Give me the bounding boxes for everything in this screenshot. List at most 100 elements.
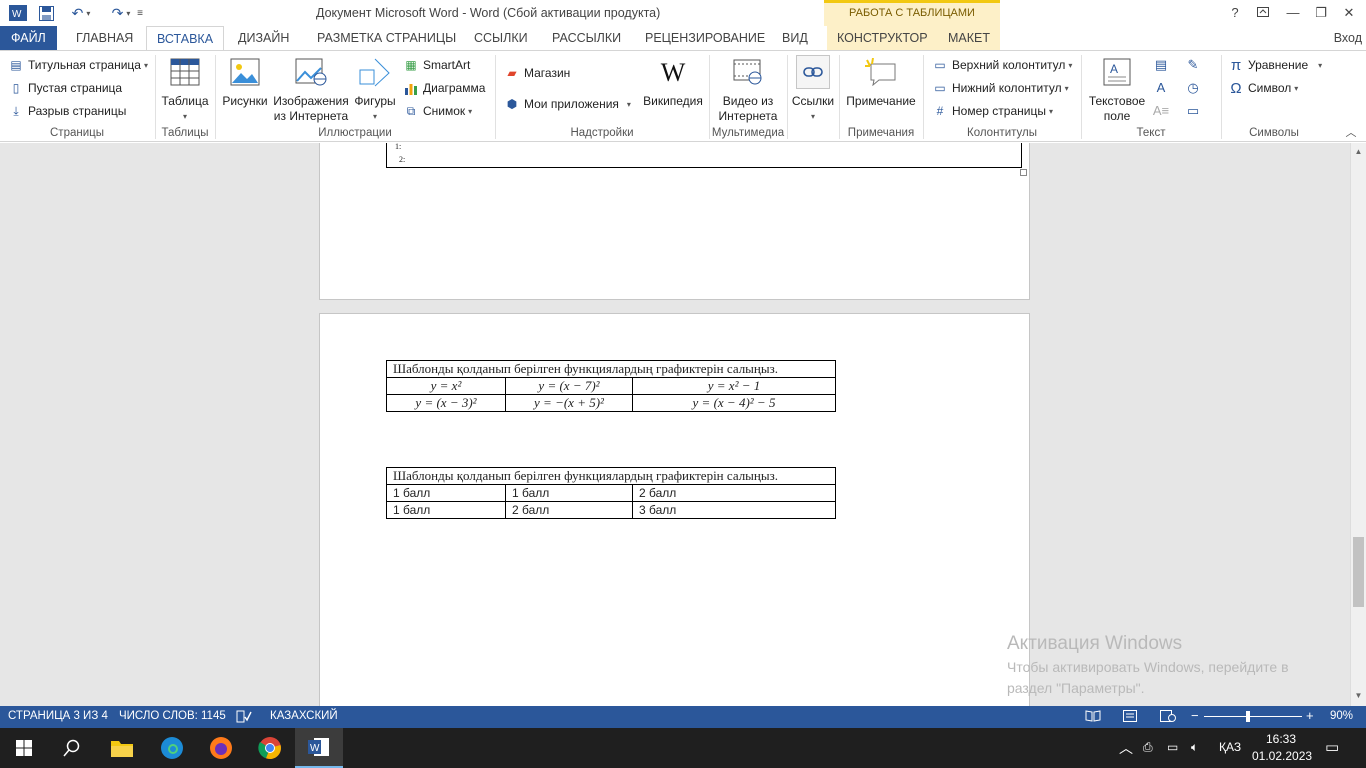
my-apps-button[interactable]: ⬢ Мои приложения ▾ <box>504 94 631 114</box>
undo-icon[interactable]: ↶ ▾ <box>66 3 96 23</box>
page-2[interactable]: 1: 2: <box>319 143 1030 300</box>
date-time-icon[interactable]: ◷ <box>1184 79 1202 97</box>
shapes-button[interactable]: Фигуры ▾ <box>352 55 398 124</box>
table-button[interactable]: Таблица ▾ <box>160 55 210 124</box>
tab-home[interactable]: ГЛАВНАЯ <box>66 26 143 50</box>
meet-now-icon[interactable]: ⎙ <box>1143 740 1153 755</box>
page-number-button[interactable]: # Номер страницы ▾ <box>932 101 1053 121</box>
tab-insert[interactable]: ВСТАВКА <box>146 26 225 51</box>
help-button[interactable]: ? <box>1222 3 1248 23</box>
wordart-icon[interactable]: A <box>1152 79 1170 97</box>
online-video-button[interactable]: Видео из Интернета <box>714 55 782 124</box>
zoom-slider-thumb[interactable] <box>1246 711 1250 722</box>
page-indicator[interactable]: СТРАНИЦА 3 ИЗ 4 <box>8 710 108 722</box>
customize-qat-icon[interactable]: ≡ <box>134 3 146 23</box>
chrome-icon[interactable] <box>246 728 294 768</box>
table-cell[interactable]: 3 балл <box>632 501 836 519</box>
tab-references[interactable]: ССЫЛКИ <box>464 26 538 50</box>
equation-button[interactable]: π Уравнение ▾ <box>1228 55 1322 75</box>
tab-view[interactable]: ВИД <box>772 26 818 50</box>
table-cell[interactable]: 2 балл <box>505 501 633 519</box>
object-icon[interactable]: ▭ <box>1184 102 1202 120</box>
sign-in-link[interactable]: Вход <box>1334 26 1366 50</box>
volume-icon[interactable]: 🔈︎ <box>1191 740 1198 755</box>
restore-icon[interactable]: ❐ <box>1308 3 1334 23</box>
word-count[interactable]: ЧИСЛО СЛОВ: 1145 <box>119 710 226 722</box>
collapse-ribbon-icon[interactable]: ︿ <box>1342 124 1360 142</box>
tab-page-layout[interactable]: РАЗМЕТКА СТРАНИЦЫ <box>307 26 466 50</box>
search-icon[interactable] <box>48 728 96 768</box>
table-cell[interactable]: 2 балл <box>632 484 836 502</box>
edge-icon[interactable] <box>148 728 196 768</box>
scroll-down-icon[interactable]: ▼ <box>1351 689 1366 703</box>
table-title[interactable]: Шаблонды қолданып берілген функциялардың… <box>386 467 836 485</box>
tab-review[interactable]: РЕЦЕНЗИРОВАНИЕ <box>635 26 775 50</box>
word-app-icon[interactable]: W <box>8 3 28 23</box>
tab-table-constructor[interactable]: КОНСТРУКТОР <box>827 26 938 50</box>
save-icon[interactable] <box>36 3 56 23</box>
notifications-icon[interactable]: ▭ <box>1325 738 1339 756</box>
table-cell[interactable]: y = (x − 4)² − 5 <box>632 394 836 412</box>
signature-line-icon[interactable]: ✎ <box>1184 56 1202 74</box>
table-cell[interactable]: y = x² <box>386 377 506 395</box>
proofing-icon[interactable] <box>236 710 252 726</box>
page-3[interactable]: Шаблонды қолданып берілген функциялардың… <box>319 313 1030 706</box>
table-cell[interactable]: y = (x − 3)² <box>386 394 506 412</box>
clock-time[interactable]: 16:33 <box>1266 732 1296 746</box>
zoom-slider-track[interactable] <box>1204 716 1302 717</box>
firefox-icon[interactable] <box>197 728 245 768</box>
links-button[interactable]: Ссылки ▾ <box>790 55 836 124</box>
zoom-level[interactable]: 90% <box>1330 710 1353 722</box>
table-cell[interactable]: 1 балл <box>386 484 506 502</box>
chart-button[interactable]: Диаграмма <box>403 78 485 98</box>
vertical-scrollbar[interactable]: ▲ ▼ <box>1350 143 1366 706</box>
functions-table[interactable]: Шаблонды қолданып берілген функциялардың… <box>386 360 836 412</box>
table-cell[interactable]: 1 балл <box>386 501 506 519</box>
clock-date[interactable]: 01.02.2023 <box>1252 749 1312 763</box>
file-explorer-icon[interactable] <box>98 728 146 768</box>
zoom-out-button[interactable]: − <box>1191 708 1199 723</box>
tab-file[interactable]: ФАЙЛ <box>0 26 57 50</box>
pictures-button[interactable]: Рисунки <box>220 55 270 109</box>
tab-design[interactable]: ДИЗАЙН <box>228 26 299 50</box>
table-cell[interactable]: y = x² − 1 <box>632 377 836 395</box>
table-cell[interactable]: 1 балл <box>505 484 633 502</box>
minimize-icon[interactable]: — <box>1280 3 1306 23</box>
blank-page-button[interactable]: ▯ Пустая страница <box>8 78 122 98</box>
ribbon-display-options-icon[interactable] <box>1250 3 1276 23</box>
points-table[interactable]: Шаблонды қолданып берілген функциялардың… <box>386 467 836 519</box>
scroll-up-icon[interactable]: ▲ <box>1351 145 1366 159</box>
screenshot-button[interactable]: ⧉ Снимок ▾ <box>403 101 472 121</box>
zoom-in-button[interactable]: + <box>1306 708 1314 723</box>
table-title[interactable]: Шаблонды қолданып берілген функциялардың… <box>386 360 836 378</box>
wikipedia-button[interactable]: W Википедия <box>640 55 706 109</box>
close-icon[interactable]: ✕ <box>1336 3 1362 23</box>
online-pictures-button[interactable]: Изображения из Интернета <box>272 55 350 124</box>
text-box-button[interactable]: A Текстовое поле <box>1086 55 1148 124</box>
word-taskbar-icon[interactable]: W <box>295 728 343 768</box>
new-comment-button[interactable]: Примечание <box>842 55 920 109</box>
quick-parts-icon[interactable]: ▤ <box>1152 56 1170 74</box>
tab-table-layout[interactable]: МАКЕТ <box>938 26 1001 50</box>
read-mode-icon[interactable] <box>1085 710 1101 725</box>
table-cell[interactable]: y = −(x + 5)² <box>505 394 633 412</box>
start-icon[interactable] <box>0 728 48 768</box>
drop-cap-icon[interactable]: A≡ <box>1152 102 1170 120</box>
cover-page-button[interactable]: ▤ Титульная страница ▾ <box>8 55 148 75</box>
table-resize-handle[interactable] <box>1020 169 1027 176</box>
table-cell[interactable]: y = (x − 7)² <box>505 377 633 395</box>
language-indicator[interactable]: КАЗАХСКИЙ <box>270 710 338 722</box>
input-language[interactable]: ҚАЗ <box>1219 740 1241 754</box>
network-icon[interactable]: ▭ <box>1167 740 1178 754</box>
footer-button[interactable]: ▭ Нижний колонтитул ▾ <box>932 78 1068 98</box>
symbol-button[interactable]: Ω Символ ▾ <box>1228 78 1298 98</box>
smartart-button[interactable]: ▦ SmartArt <box>403 55 470 75</box>
web-layout-icon[interactable] <box>1160 710 1176 725</box>
scrollbar-thumb[interactable] <box>1353 537 1364 607</box>
print-layout-icon[interactable] <box>1123 710 1137 725</box>
document-canvas[interactable]: 1: 2: Шаблонды қолданып берілген функция… <box>0 143 1350 706</box>
store-button[interactable]: ▰ Магазин <box>504 63 570 83</box>
show-hidden-icons[interactable]: ︿ <box>1119 738 1133 758</box>
tab-mailings[interactable]: РАССЫЛКИ <box>542 26 631 50</box>
page-break-button[interactable]: ⤓ Разрыв страницы <box>8 101 126 121</box>
